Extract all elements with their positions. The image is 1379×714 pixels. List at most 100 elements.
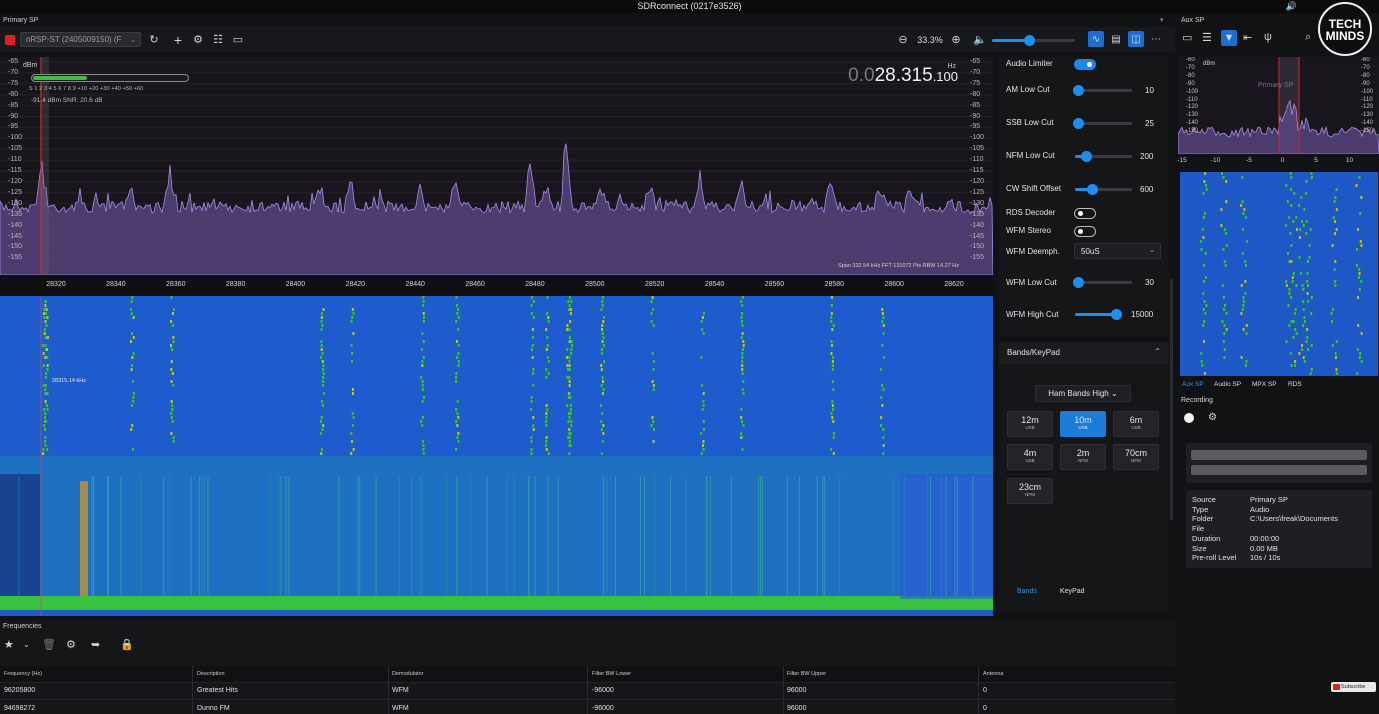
gear-icon[interactable]: ⚙ xyxy=(1208,412,1217,423)
frequency-readout[interactable]: 0.028.315.100 xyxy=(848,65,958,87)
waterfall-signal xyxy=(569,312,572,315)
aux-waterfall-signal xyxy=(1334,260,1337,263)
gear-icon[interactable]: ⚙ xyxy=(66,638,76,651)
db-tick-label: -135 xyxy=(8,210,23,218)
db-tick-label: -115 xyxy=(8,167,22,175)
zoom-out-icon[interactable]: ⊖ xyxy=(896,32,910,47)
column-separator xyxy=(783,701,784,714)
db-tick-label: -110 xyxy=(8,156,22,164)
tab-aux-sp[interactable]: Aux SP xyxy=(1182,381,1204,388)
star-icon[interactable]: ★ xyxy=(4,638,14,651)
audio-limiter-toggle[interactable] xyxy=(1074,59,1096,70)
tab-audio-sp[interactable]: Audio SP xyxy=(1214,381,1241,388)
aux-frequency-axis: -15-10-505101 xyxy=(1177,156,1379,168)
wfm-high-cut-slider[interactable] xyxy=(1075,309,1123,320)
more-icon[interactable]: ⋯ xyxy=(1148,31,1164,47)
rds-decoder-label: RDS Decoder xyxy=(1006,208,1056,217)
stop-button[interactable] xyxy=(5,35,15,45)
tab-rds[interactable]: RDS xyxy=(1288,381,1302,388)
am-low-cut-slider[interactable] xyxy=(1072,85,1132,96)
aux-waterfall-signal xyxy=(1331,344,1334,347)
volume-slider-knob[interactable] xyxy=(1024,35,1036,46)
waterfall-signal xyxy=(702,440,705,443)
import-icon[interactable]: ➥ xyxy=(91,638,100,651)
waterfall-line xyxy=(816,476,818,596)
band-group-select[interactable]: Ham Bands High ⌄ xyxy=(1035,385,1131,402)
band-button-10m[interactable]: 10m USB xyxy=(1060,411,1106,437)
wfm-stereo-toggle[interactable] xyxy=(1074,226,1096,237)
waterfall-signal xyxy=(45,312,48,315)
zoom-in-icon[interactable]: ⊕ xyxy=(949,32,963,47)
display-icon[interactable]: ▭ xyxy=(231,32,245,47)
band-button-23cm[interactable]: 23cm NFM xyxy=(1007,478,1053,504)
tab-keypad[interactable]: KeyPad xyxy=(1060,588,1085,595)
antenna-icon[interactable]: ψ xyxy=(1264,31,1272,43)
lock-icon[interactable]: 🔒 xyxy=(120,638,134,651)
chevron-down-icon[interactable]: ⌄ xyxy=(23,640,30,649)
waterfall-display[interactable]: 28315.14 kHz xyxy=(0,296,993,616)
waterfall-line xyxy=(527,476,529,596)
histogram-icon[interactable]: ▤ xyxy=(1108,31,1124,47)
table-row[interactable]: 94698272 Dunno FM WFM -96000 96000 0 xyxy=(0,701,1175,714)
table-row[interactable]: 96205800 Greatest Hits WFM -96000 96000 0 xyxy=(0,683,1175,700)
tab-bands[interactable]: Bands xyxy=(1017,588,1037,595)
waterfall-signal xyxy=(567,300,570,303)
nfm-low-cut-slider[interactable] xyxy=(1075,151,1132,162)
spectrum-mode-icon[interactable]: ∿ xyxy=(1088,31,1104,47)
recording-level-bar xyxy=(1191,465,1367,475)
bands-keypad-header[interactable]: Bands/KeyPad ⌃ xyxy=(999,342,1169,364)
span-icon[interactable]: ⇤ xyxy=(1243,31,1252,44)
cw-shift-offset-slider[interactable] xyxy=(1075,184,1132,195)
aux-waterfall-signal xyxy=(1203,180,1206,183)
device-select[interactable]: nRSP-ST (2405009150) (F ⌄ xyxy=(20,32,141,47)
system-volume-icon[interactable]: 🔊 xyxy=(1286,0,1297,12)
spectrum-display[interactable]: -65 -70 -75 -80 -85 -90 -95 -100 -105 -110 -115 -12… xyxy=(0,57,993,275)
band-button-70cm[interactable]: 70cm NFM xyxy=(1113,444,1159,470)
primary-sp-menu-icon[interactable]: ▾ xyxy=(1160,16,1164,24)
waterfall-signal xyxy=(46,364,49,367)
aux-spectrum[interactable]: -60 -70 -80 -90 -100 -110 -120 -130 -140 -150 -60… xyxy=(1178,57,1379,154)
display-icon[interactable]: ▭ xyxy=(1182,31,1192,44)
waterfall-signal xyxy=(547,360,550,363)
waterfall-signal xyxy=(42,384,45,387)
search-icon[interactable]: ⌕ xyxy=(1305,31,1311,44)
ssb-low-cut-slider[interactable] xyxy=(1072,118,1132,129)
volume-slider[interactable] xyxy=(992,35,1075,46)
layout-icon[interactable]: ◫ xyxy=(1128,31,1144,47)
waterfall-signal xyxy=(545,412,548,415)
speaker-icon[interactable]: 🔈 xyxy=(973,32,987,47)
ssb-low-cut-label: SSB Low Cut xyxy=(1006,118,1054,127)
db-tick-label: -90 xyxy=(1186,80,1195,87)
band-button-6m[interactable]: 6m USB xyxy=(1113,411,1159,437)
waterfall-signal xyxy=(530,436,533,439)
record-button[interactable] xyxy=(1184,413,1194,423)
refresh-icon[interactable]: ↻ xyxy=(147,32,161,47)
db-tick-label: -60 xyxy=(1186,57,1195,63)
wfm-low-cut-slider[interactable] xyxy=(1072,277,1132,288)
slider-knob[interactable] xyxy=(1072,118,1084,129)
slider-knob[interactable] xyxy=(1072,85,1084,96)
slider-knob[interactable] xyxy=(1072,277,1084,288)
filter-icon[interactable]: ▼ xyxy=(1221,30,1237,46)
db-tick-label: -110 xyxy=(1361,96,1373,103)
settings-icon[interactable]: ⚙ xyxy=(191,32,205,47)
trash-icon[interactable]: 🗑 xyxy=(42,638,56,651)
waterfall-bottom-band xyxy=(0,596,993,610)
tab-mpx-sp[interactable]: MPX SP xyxy=(1252,381,1277,388)
band-button-12m[interactable]: 12m USB xyxy=(1007,411,1053,437)
waterfall-line xyxy=(670,476,672,596)
tune-icon[interactable]: ☰ xyxy=(1202,31,1212,44)
band-button-2m[interactable]: 2m NFM xyxy=(1060,444,1106,470)
wfm-deemph-select[interactable]: 50uS ⌄ xyxy=(1074,243,1161,259)
plus-icon[interactable]: + xyxy=(171,32,185,48)
aux-freq-tick-label: -5 xyxy=(1246,157,1252,164)
rds-decoder-toggle[interactable] xyxy=(1074,208,1096,219)
network-icon[interactable]: ☷ xyxy=(211,32,225,47)
table-cell: -96000 xyxy=(592,705,614,712)
band-button-4m[interactable]: 4m USB xyxy=(1007,444,1053,470)
table-header-row: Frequency (Hz) Description Demodulator Filt… xyxy=(0,666,1175,683)
waterfall-line xyxy=(730,476,732,596)
db-tick-label: -150 xyxy=(8,243,23,251)
settings-scrollbar[interactable] xyxy=(1170,279,1173,520)
aux-waterfall[interactable] xyxy=(1180,172,1378,376)
